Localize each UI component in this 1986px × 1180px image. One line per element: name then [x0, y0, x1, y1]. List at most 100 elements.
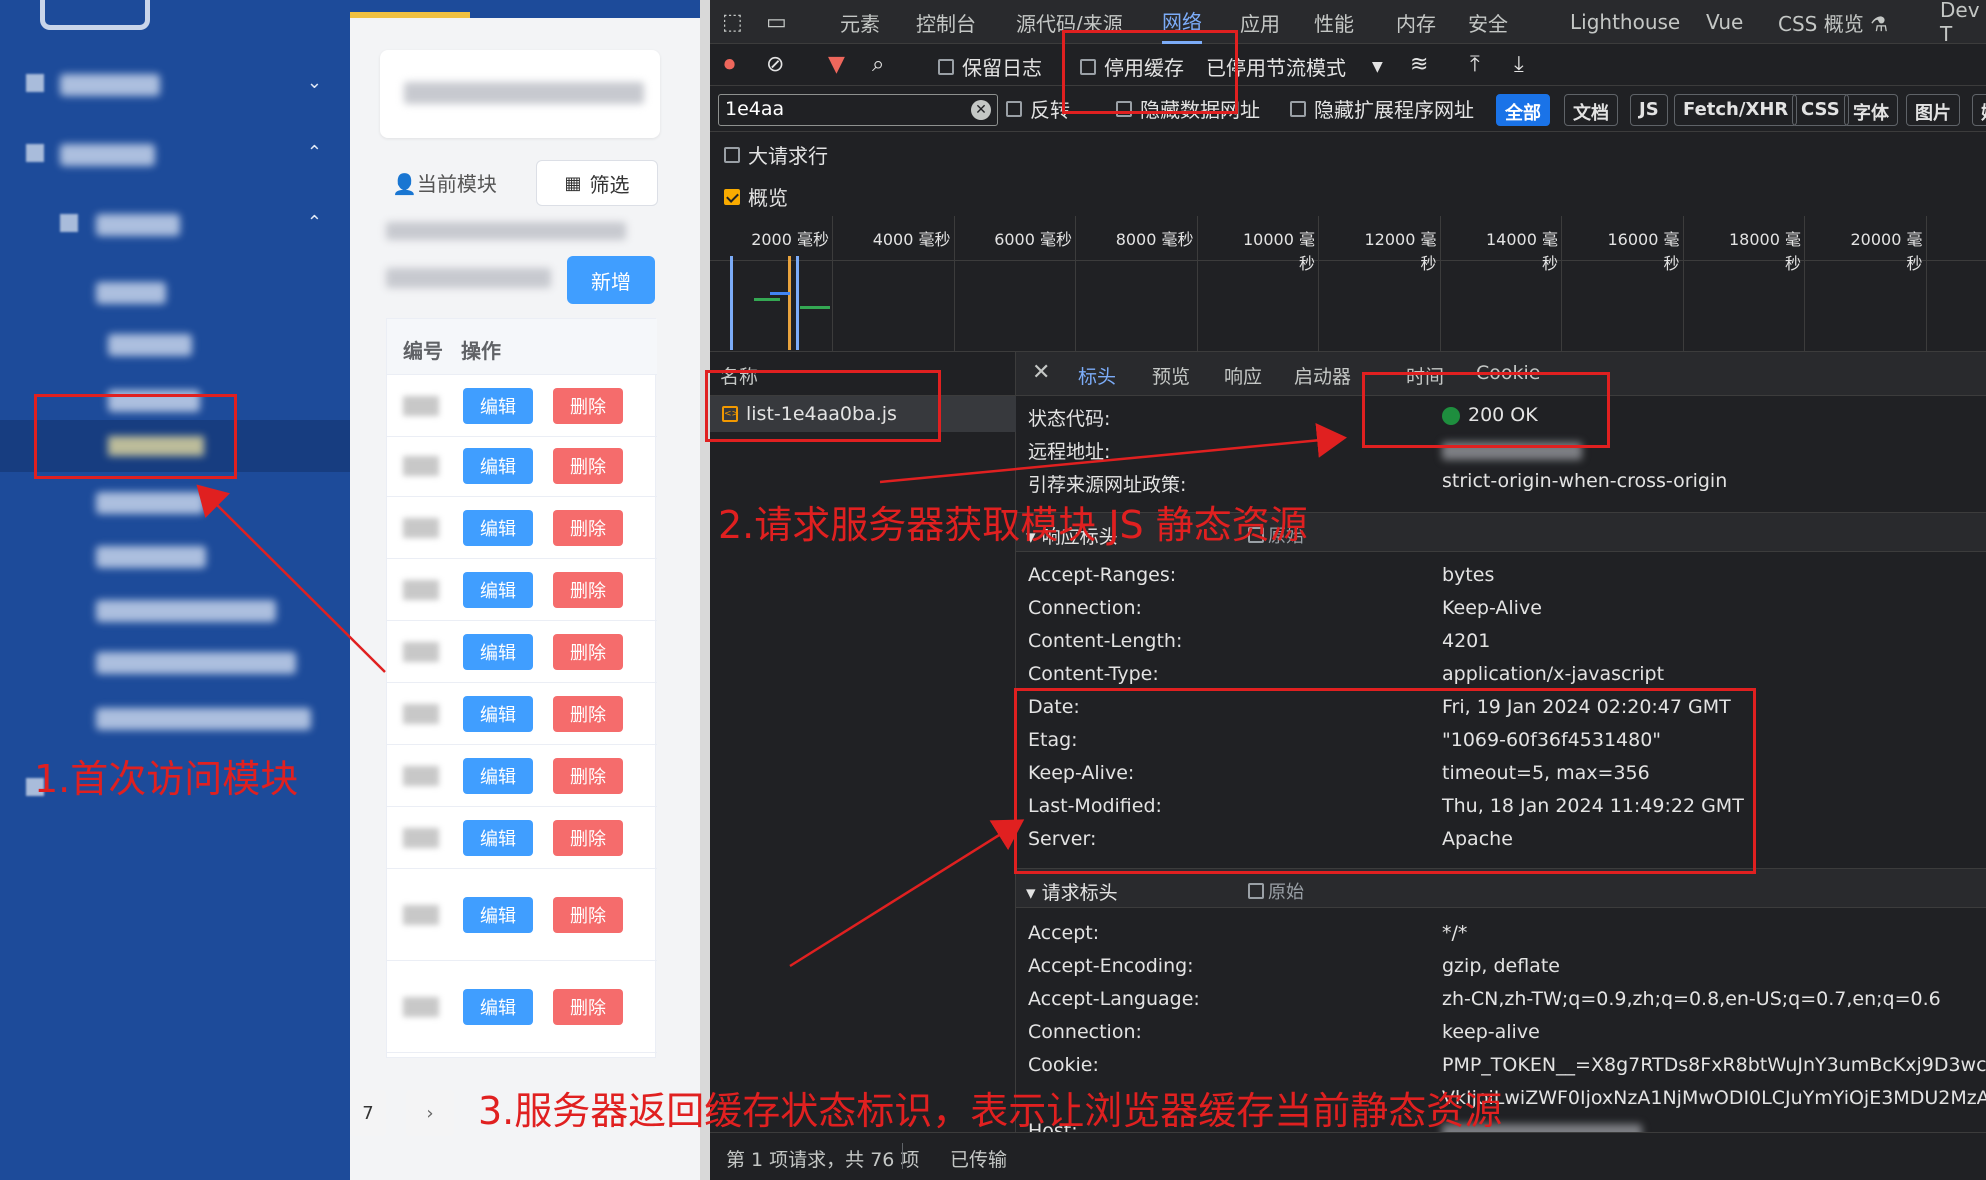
chevron-up-icon[interactable]: ⌃ [307, 212, 322, 233]
request-headers-section[interactable]: ▾ 请求标头 原始 [1016, 868, 1986, 908]
tab-9[interactable]: Vue [1706, 0, 1743, 44]
tab-6[interactable]: 内存 [1396, 0, 1436, 44]
search-icon[interactable]: ⌕ [872, 52, 884, 77]
timeline-tick-label: 14000 毫秒 [1486, 230, 1558, 273]
preserve-log-checkbox[interactable]: 保留日志 [938, 52, 1042, 81]
delete-button[interactable]: 删除 [553, 634, 623, 670]
screenshot-root: ⌄ ⌃ ⌃ 👤当前模块 ▦ 筛选 新增 编号 操作 编辑 删除 编辑 删除 编辑… [0, 0, 1986, 1180]
tab-10[interactable]: CSS 概览 ⚗ [1778, 0, 1888, 44]
filter-chip-0[interactable]: 全部 [1496, 94, 1550, 126]
row-id [403, 456, 439, 476]
timeline-tick: 4000 毫秒 [873, 216, 955, 352]
delete-button[interactable]: 删除 [553, 388, 623, 424]
hide-extension-urls-checkbox[interactable]: 隐藏扩展程序网址 [1290, 94, 1474, 123]
timeline-marker [788, 256, 791, 350]
tab-8[interactable]: Lighthouse [1570, 0, 1680, 44]
sidebar-item[interactable] [0, 478, 350, 528]
detail-tab-2[interactable]: 响应 [1224, 362, 1262, 389]
clear-icon[interactable]: ⊘ [766, 52, 784, 77]
response-header-key: Content-Type: [1028, 663, 1159, 685]
overview-checkbox[interactable]: 概览 [724, 182, 788, 211]
sidebar-item[interactable]: ⌃ [0, 130, 350, 180]
filter-chip-4[interactable]: CSS [1792, 94, 1849, 126]
filter-chip-7[interactable]: 媒 [1972, 94, 1986, 126]
delete-button[interactable]: 删除 [553, 510, 623, 546]
sidebar-item[interactable] [0, 694, 350, 744]
transferred-size: 已传输 [950, 1149, 1008, 1171]
sidebar-item[interactable]: ⌃ [0, 200, 350, 250]
delete-button[interactable]: 删除 [553, 758, 623, 794]
record-stop-icon[interactable]: ⏺ [724, 52, 735, 77]
device-toggle-icon[interactable]: ▭ [766, 0, 787, 44]
edit-button[interactable]: 编辑 [463, 388, 533, 424]
blurred-text [386, 268, 551, 288]
filter-icon[interactable]: ▼ [828, 52, 845, 77]
delete-button[interactable]: 删除 [553, 696, 623, 732]
filter-chip-3[interactable]: Fetch/XHR [1674, 94, 1798, 126]
edit-button[interactable]: 编辑 [463, 989, 533, 1025]
sidebar-item[interactable] [0, 532, 350, 582]
filter-button[interactable]: ▦ 筛选 [536, 160, 658, 206]
filter-chip-5[interactable]: 字体 [1844, 94, 1898, 126]
sidebar-item[interactable] [0, 320, 350, 370]
chevron-up-icon[interactable]: ⌃ [307, 142, 322, 163]
network-conditions-icon[interactable]: ≋ [1410, 52, 1428, 77]
large-rows-checkbox[interactable]: 大请求行 [724, 140, 828, 169]
edit-button[interactable]: 编辑 [463, 758, 533, 794]
filter-input[interactable]: 1e4aa ✕ [718, 94, 998, 126]
table-row: 编辑 删除 [387, 375, 657, 437]
row-id [403, 766, 439, 786]
clear-filter-icon[interactable]: ✕ [971, 100, 991, 120]
edit-button[interactable]: 编辑 [463, 448, 533, 484]
filter-chip-1[interactable]: 文档 [1564, 94, 1618, 126]
tab-7[interactable]: 安全 [1468, 0, 1508, 44]
timeline-overview[interactable]: 2000 毫秒 4000 毫秒 6000 毫秒 8000 毫秒 10000 毫秒 1200… [710, 216, 1986, 352]
row-id [403, 997, 439, 1017]
raw-checkbox[interactable]: 原始 [1248, 878, 1304, 904]
filter-chip-6[interactable]: 图片 [1906, 94, 1960, 126]
tab-1[interactable]: 控制台 [916, 0, 976, 44]
pager-page[interactable]: 7 [350, 1090, 386, 1136]
edit-button[interactable]: 编辑 [463, 897, 533, 933]
highlight-box-disable-cache [1062, 30, 1238, 114]
export-har-icon[interactable]: ⤓ [1514, 52, 1524, 77]
timeline-bar [754, 298, 780, 301]
row-id [403, 518, 439, 538]
edit-button[interactable]: 编辑 [463, 572, 533, 608]
referrer-policy-label: 引荐来源网址政策: [1028, 474, 1187, 496]
detail-tab-0[interactable]: 标头 [1078, 362, 1116, 389]
tab-5[interactable]: 性能 [1314, 0, 1354, 44]
filter-chip-2[interactable]: JS [1630, 94, 1668, 126]
user-icon: 👤 [392, 172, 417, 196]
row-id [403, 704, 439, 724]
delete-button[interactable]: 删除 [553, 989, 623, 1025]
detail-tab-3[interactable]: 启动器 [1294, 362, 1351, 389]
detail-tab-1[interactable]: 预览 [1152, 362, 1190, 389]
sidebar-item[interactable] [0, 586, 350, 636]
sidebar-item[interactable] [0, 638, 350, 688]
edit-button[interactable]: 编辑 [463, 696, 533, 732]
edit-button[interactable]: 编辑 [463, 820, 533, 856]
timeline-tick-label: 18000 毫秒 [1729, 230, 1801, 273]
table-row: 编辑 删除 [387, 807, 657, 869]
tab-4[interactable]: 应用 [1240, 0, 1280, 44]
pager-next-button[interactable]: › [406, 1090, 454, 1136]
sidebar-item[interactable] [0, 268, 350, 318]
invert-checkbox[interactable]: 反转 [1006, 94, 1070, 123]
edit-button[interactable]: 编辑 [463, 510, 533, 546]
request-header-key: Accept: [1028, 922, 1100, 944]
delete-button[interactable]: 删除 [553, 572, 623, 608]
delete-button[interactable]: 删除 [553, 897, 623, 933]
chevron-down-icon[interactable]: ⌄ [307, 72, 322, 93]
delete-button[interactable]: 删除 [553, 448, 623, 484]
inspect-icon[interactable]: ⬚ [722, 0, 743, 44]
delete-button[interactable]: 删除 [553, 820, 623, 856]
close-icon[interactable]: ✕ [1032, 360, 1050, 385]
timeline-tick: 20000 毫秒 [1851, 216, 1927, 352]
tab-0[interactable]: 元素 [840, 0, 880, 44]
sidebar-item[interactable]: ⌄ [0, 60, 350, 110]
edit-button[interactable]: 编辑 [463, 634, 533, 670]
import-har-icon[interactable]: ⤒ [1470, 52, 1480, 77]
tab-11[interactable]: Dev T [1940, 0, 1986, 46]
add-button[interactable]: 新增 [567, 256, 655, 304]
